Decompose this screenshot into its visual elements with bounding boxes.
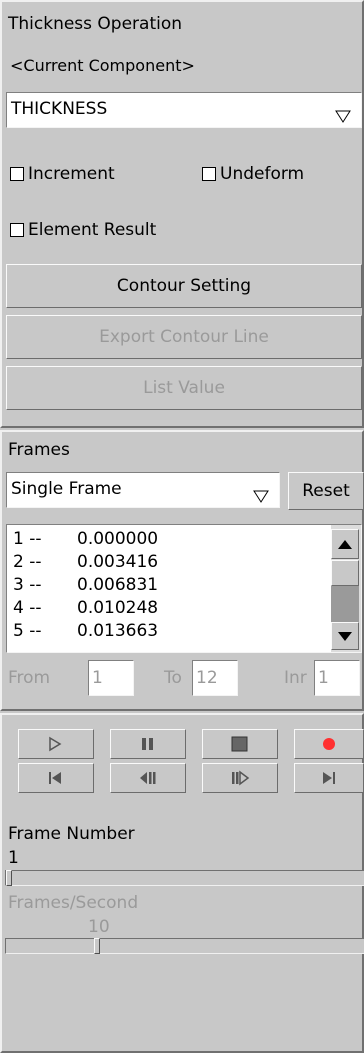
- panel-title: Thickness Operation: [8, 14, 183, 34]
- record-button[interactable]: [294, 729, 364, 759]
- increment-label: Increment: [28, 164, 115, 184]
- component-select[interactable]: THICKNESS: [6, 92, 362, 128]
- scroll-up-button[interactable]: [331, 529, 359, 559]
- step-back-button[interactable]: [110, 763, 186, 793]
- step-back-icon: [140, 772, 156, 784]
- stop-button[interactable]: [202, 729, 278, 759]
- slider-thumb[interactable]: [94, 938, 100, 954]
- step-forward-icon: [232, 770, 250, 786]
- first-frame-icon: [49, 772, 61, 784]
- frame-mode-select[interactable]: Single Frame: [6, 472, 280, 508]
- playback-panel: Frame Number 1 Frames/Second 10: [0, 713, 364, 1053]
- reset-button[interactable]: Reset: [288, 472, 364, 510]
- stop-icon: [231, 736, 248, 752]
- frame-mode-value: Single Frame: [11, 479, 122, 499]
- frames-panel: Frames Single Frame Reset 1 -- 0.000000 2…: [0, 430, 364, 711]
- list-item[interactable]: 1 -- 0.000000: [13, 529, 158, 549]
- pause-icon: [142, 738, 153, 750]
- to-field[interactable]: 12: [192, 660, 238, 696]
- last-frame-button[interactable]: [294, 763, 364, 793]
- undeform-checkbox[interactable]: [202, 167, 216, 181]
- thickness-operation-panel: Thickness Operation <Current Component> …: [0, 0, 364, 428]
- scrollbar[interactable]: [331, 525, 361, 652]
- chevron-down-icon: [335, 102, 351, 135]
- play-button[interactable]: [18, 729, 94, 759]
- list-item[interactable]: 2 -- 0.003416: [13, 552, 158, 572]
- scroll-down-button[interactable]: [331, 622, 359, 650]
- element-result-checkbox[interactable]: [10, 223, 24, 237]
- step-forward-button[interactable]: [202, 763, 278, 793]
- undeform-label: Undeform: [220, 164, 305, 184]
- element-result-label: Element Result: [28, 220, 157, 240]
- from-field[interactable]: 1: [88, 660, 134, 696]
- current-component-label: <Current Component>: [10, 56, 195, 75]
- contour-setting-button[interactable]: Contour Setting: [6, 264, 362, 308]
- frames-title: Frames: [8, 440, 70, 460]
- pause-button[interactable]: [110, 729, 186, 759]
- list-item[interactable]: 3 -- 0.006831: [13, 575, 158, 595]
- frame-number-value: 1: [8, 848, 19, 868]
- frame-number-slider[interactable]: [5, 870, 364, 886]
- increment-checkbox[interactable]: [10, 167, 24, 181]
- frames-per-second-slider[interactable]: [5, 938, 364, 954]
- inr-field[interactable]: 1: [314, 660, 360, 696]
- play-icon: [49, 736, 62, 752]
- list-value-button[interactable]: List Value: [6, 366, 362, 410]
- scroll-thumb[interactable]: [331, 560, 359, 586]
- arrow-up-icon: [338, 540, 352, 549]
- to-label: To: [164, 668, 182, 688]
- inr-label: Inr: [284, 668, 307, 688]
- slider-thumb[interactable]: [6, 870, 12, 886]
- frames-per-second-value: 10: [88, 917, 110, 937]
- chevron-down-icon: [253, 482, 269, 515]
- export-contour-line-button[interactable]: Export Contour Line: [6, 315, 362, 359]
- frames-per-second-label: Frames/Second: [8, 893, 139, 913]
- list-item[interactable]: 5 -- 0.013663: [13, 621, 158, 641]
- record-icon: [323, 738, 335, 750]
- last-frame-icon: [323, 772, 335, 784]
- list-item[interactable]: 4 -- 0.010248: [13, 598, 158, 618]
- frame-list[interactable]: 1 -- 0.000000 2 -- 0.003416 3 -- 0.006831 4…: [6, 524, 362, 653]
- first-frame-button[interactable]: [18, 763, 94, 793]
- frame-number-label: Frame Number: [8, 824, 135, 844]
- arrow-down-icon: [338, 632, 352, 641]
- from-label: From: [8, 668, 51, 688]
- component-select-value: THICKNESS: [11, 99, 108, 119]
